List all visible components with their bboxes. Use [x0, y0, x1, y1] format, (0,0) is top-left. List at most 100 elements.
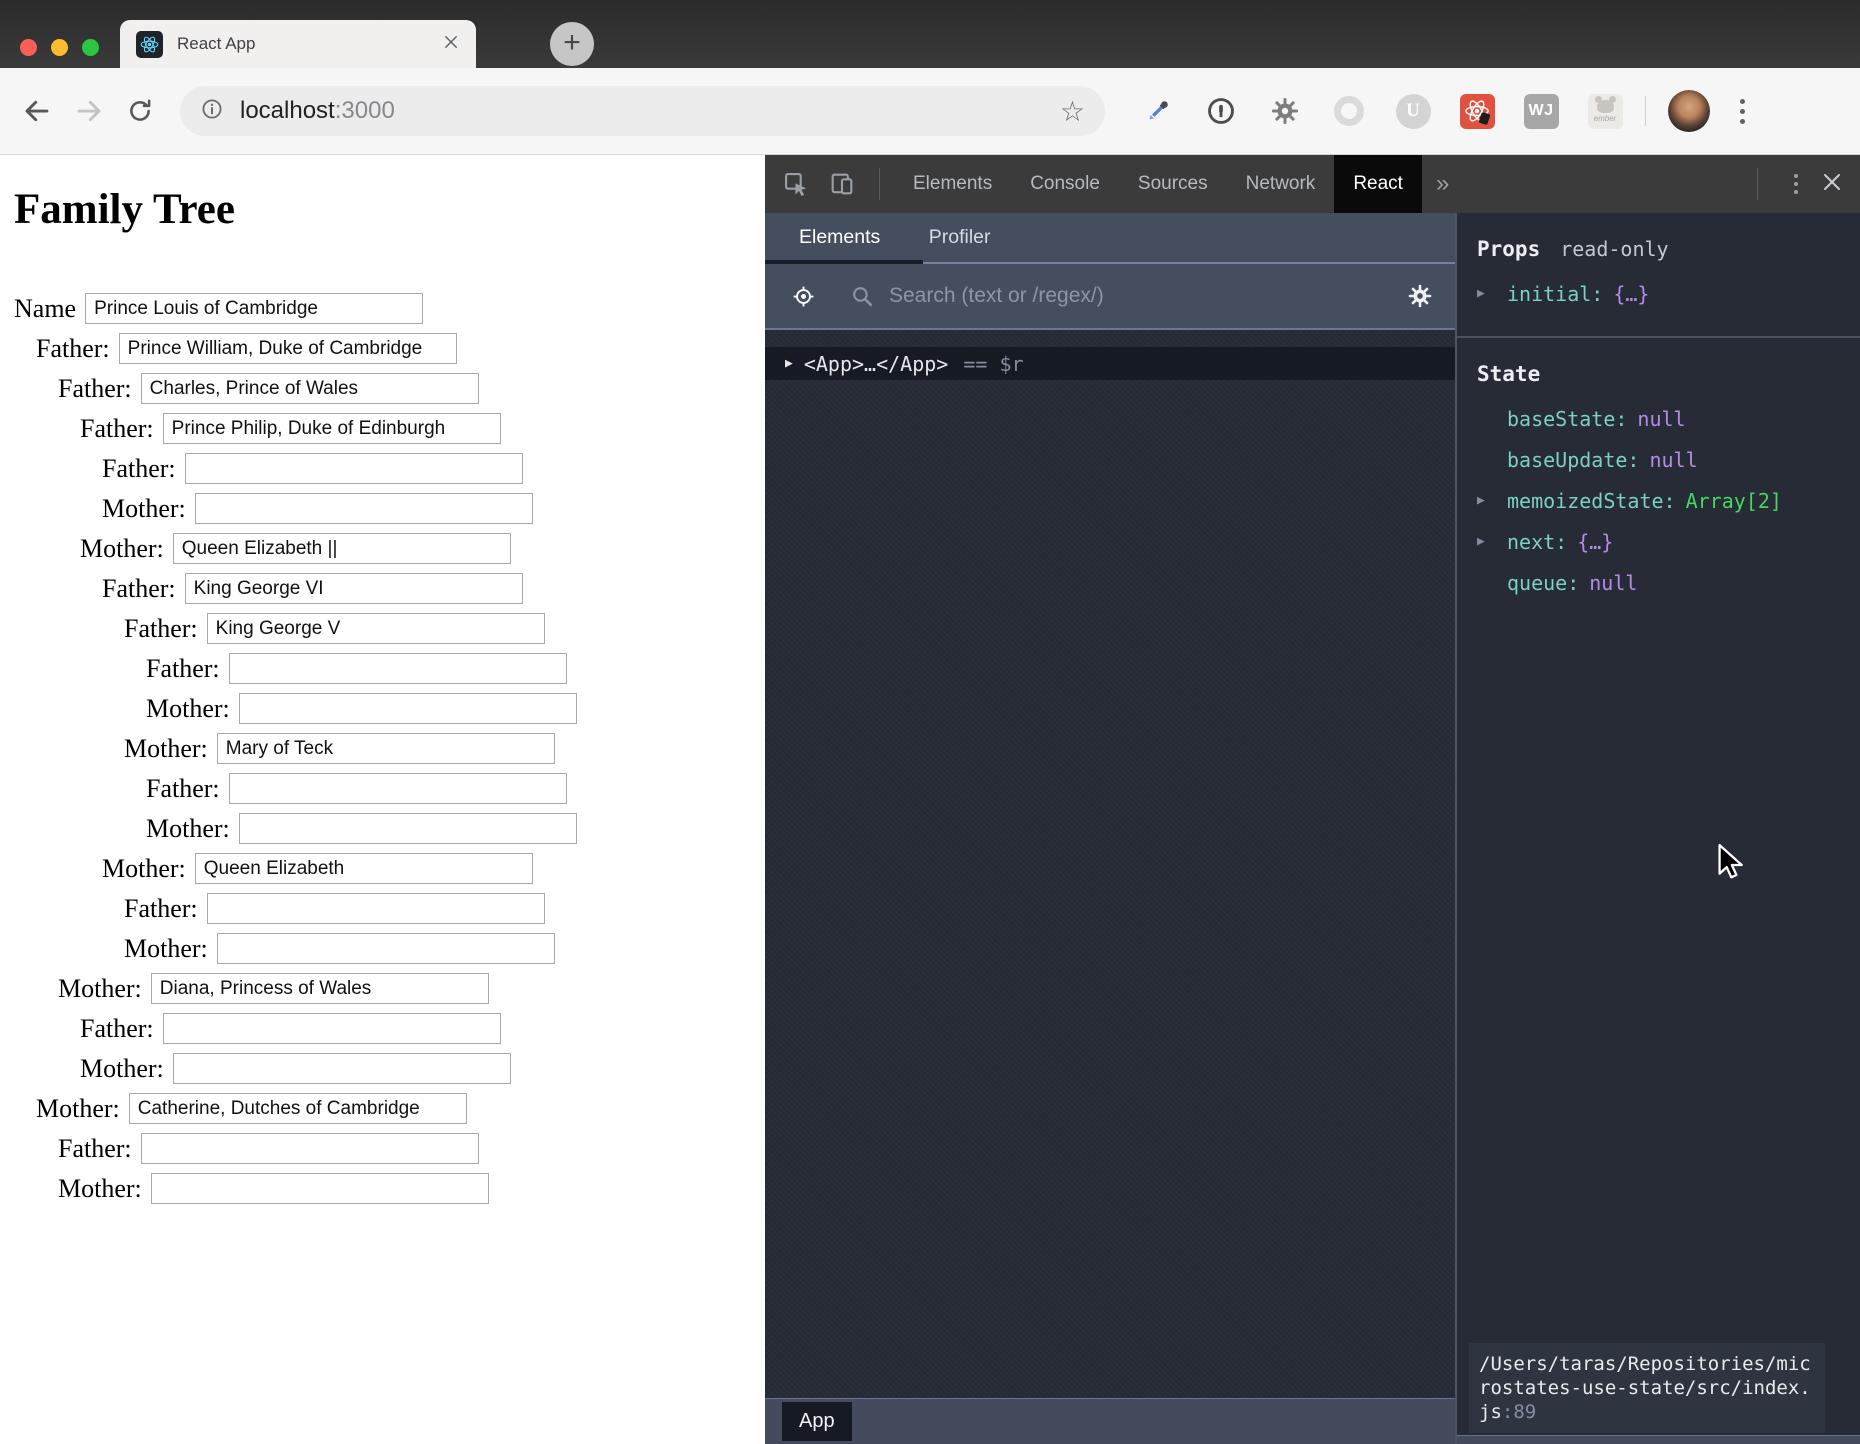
family-tree-form: Name Father: Father: Father:	[14, 292, 765, 1205]
devtools-tab[interactable]: React	[1334, 155, 1422, 213]
select-component-target-icon[interactable]	[783, 284, 824, 309]
inspect-element-icon[interactable]	[773, 170, 819, 198]
react-subtab[interactable]: Profiler	[909, 212, 1011, 263]
person-name-input[interactable]	[217, 733, 555, 764]
state-item[interactable]: ▶ next {…}	[1477, 521, 1848, 562]
ember-extension-word: ember	[1594, 114, 1617, 123]
browser-window: React App + localhost:3000 ☆	[0, 0, 1860, 1444]
family-row: Father:	[102, 452, 765, 485]
react-elements-pane: Elements Profiler	[765, 213, 1455, 1444]
relation-label: Father:	[80, 1014, 154, 1044]
person-name-input[interactable]	[141, 1133, 479, 1164]
family-row: Father:	[36, 332, 765, 365]
devtools-tab[interactable]: Network	[1227, 155, 1335, 213]
profile-avatar[interactable]	[1668, 90, 1710, 132]
family-row: Father:	[58, 1132, 765, 1165]
state-item[interactable]: ▶ baseUpdate null	[1477, 439, 1848, 480]
tab-title: React App	[177, 34, 442, 54]
site-info-icon[interactable]	[200, 97, 224, 126]
new-tab-button[interactable]: +	[550, 22, 594, 66]
component-source-path[interactable]: /Users/taras/Repositories/microstates-us…	[1469, 1343, 1825, 1433]
person-name-input[interactable]	[129, 1093, 467, 1124]
devtools-menu-icon[interactable]	[1788, 168, 1804, 200]
reload-icon[interactable]	[126, 97, 154, 125]
person-name-input[interactable]	[229, 653, 567, 684]
component-search-input[interactable]	[889, 284, 1403, 308]
person-name-input[interactable]	[173, 533, 511, 564]
person-name-input[interactable]	[163, 413, 501, 444]
loop-extension-icon[interactable]	[1331, 93, 1367, 129]
u-extension-letter: U	[1396, 94, 1431, 129]
person-name-input[interactable]	[207, 613, 545, 644]
person-name-input[interactable]	[151, 973, 489, 1004]
devtools-tab[interactable]: Console	[1011, 155, 1119, 213]
relation-label: Father:	[58, 1134, 132, 1164]
more-tabs-chevron-icon[interactable]: »	[1422, 170, 1463, 198]
state-item[interactable]: ▶ queue null	[1477, 562, 1848, 603]
person-name-input[interactable]	[229, 773, 567, 804]
zoom-window-button[interactable]	[82, 39, 99, 56]
person-name-input[interactable]	[151, 1173, 489, 1204]
family-row: Father:	[80, 1012, 765, 1045]
browser-menu-icon[interactable]	[1736, 95, 1749, 128]
state-value: {…}	[1577, 530, 1613, 554]
state-value: null	[1589, 571, 1637, 595]
u-extension-icon[interactable]: U	[1395, 93, 1431, 129]
relation-label: Father:	[124, 894, 198, 924]
bookmark-star-icon[interactable]: ☆	[1060, 95, 1085, 128]
person-name-input[interactable]	[173, 1053, 511, 1084]
selected-component-row[interactable]: ▶ <App>…</App> == $r	[765, 347, 1455, 380]
person-name-input[interactable]	[195, 493, 533, 524]
react-devtools-extension-icon[interactable]	[1459, 93, 1495, 129]
state-value: Array[2]	[1686, 489, 1782, 513]
relation-label: Mother:	[146, 694, 230, 724]
expand-arrow-icon[interactable]: ▶	[1477, 493, 1507, 508]
minimize-window-button[interactable]	[51, 39, 68, 56]
person-name-input[interactable]	[185, 453, 523, 484]
url-text: localhost:3000	[240, 97, 1060, 125]
devtools-close-icon[interactable]	[1820, 170, 1844, 199]
state-item[interactable]: ▶ memoizedState Array[2]	[1477, 480, 1848, 521]
person-name-input[interactable]	[163, 1013, 501, 1044]
person-name-input[interactable]	[85, 293, 423, 324]
color-picker-extension-icon[interactable]	[1139, 93, 1175, 129]
tab-close-icon[interactable]	[442, 33, 460, 56]
person-name-input[interactable]	[185, 573, 523, 604]
ember-inspector-extension-icon[interactable]: ember	[1587, 93, 1623, 129]
relation-label: Father:	[146, 774, 220, 804]
person-name-input[interactable]	[195, 853, 533, 884]
prop-item[interactable]: ▶ initial {…}	[1477, 273, 1848, 314]
family-row: Mother:	[124, 932, 765, 965]
person-name-input[interactable]	[207, 893, 545, 924]
react-subtab[interactable]: Elements	[779, 212, 900, 263]
state-key: baseState	[1507, 407, 1627, 431]
person-name-input[interactable]	[239, 693, 577, 724]
device-toolbar-icon[interactable]	[819, 170, 865, 198]
settings-gear-icon[interactable]	[1403, 283, 1437, 309]
expand-arrow-icon[interactable]: ▶	[785, 356, 793, 371]
wsj-extension-icon[interactable]: WJ	[1523, 93, 1559, 129]
person-name-input[interactable]	[119, 333, 457, 364]
component-tag: <App>…</App>	[804, 352, 949, 376]
person-name-input[interactable]	[239, 813, 577, 844]
expand-arrow-icon[interactable]: ▶	[1477, 286, 1507, 301]
breadcrumb-app-tag[interactable]: App	[782, 1402, 852, 1441]
relation-label: Mother:	[102, 494, 186, 524]
person-name-input[interactable]	[141, 373, 479, 404]
password-manager-extension-icon[interactable]	[1203, 93, 1239, 129]
close-window-button[interactable]	[20, 39, 37, 56]
address-bar[interactable]: localhost:3000 ☆	[180, 86, 1105, 136]
person-name-input[interactable]	[217, 933, 555, 964]
url-host: localhost	[240, 97, 335, 124]
forward-icon[interactable]	[74, 96, 104, 126]
gear-extension-icon[interactable]	[1267, 93, 1303, 129]
state-item[interactable]: ▶ baseState null	[1477, 398, 1848, 439]
devtools-tab[interactable]: Sources	[1119, 155, 1227, 213]
prop-value: {…}	[1613, 282, 1649, 306]
wsj-extension-letters: WJ	[1524, 94, 1559, 129]
window-controls	[20, 39, 99, 56]
browser-tab[interactable]: React App	[120, 20, 476, 68]
expand-arrow-icon[interactable]: ▶	[1477, 534, 1507, 549]
back-icon[interactable]	[22, 96, 52, 126]
devtools-tab[interactable]: Elements	[894, 155, 1011, 213]
